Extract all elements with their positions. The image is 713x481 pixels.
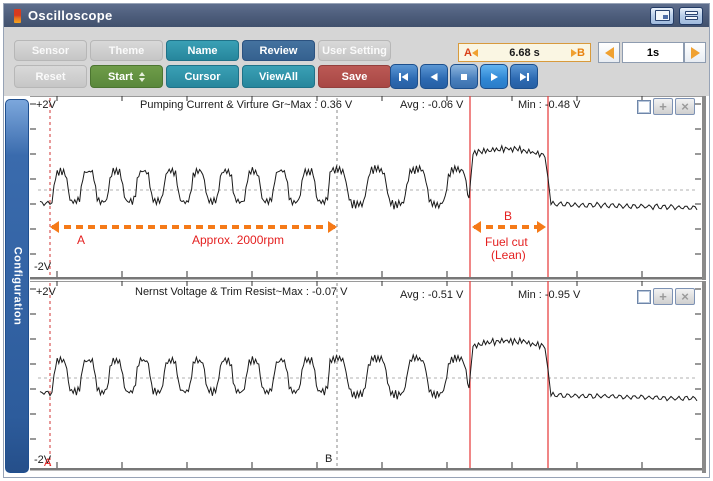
panel2-channel-checkbox[interactable]	[637, 290, 651, 304]
stop-button[interactable]	[450, 64, 478, 89]
cursor-a-label: A	[464, 46, 472, 59]
annotation-a: A	[77, 233, 86, 247]
panel2-min: Min : -0.95 V	[518, 289, 581, 301]
right-arrow-icon	[690, 46, 700, 59]
fuel-cut-span-arrow	[472, 221, 546, 233]
oscilloscope-window: Oscilloscope Sensor Theme Name Review Us…	[3, 3, 710, 478]
viewall-button[interactable]: ViewAll	[242, 65, 315, 88]
scope-plot-pumping-current[interactable]	[30, 96, 706, 280]
play-button[interactable]	[480, 64, 508, 89]
rpm-span-arrow	[50, 221, 337, 233]
window-title: Oscilloscope	[28, 8, 113, 23]
step-back-icon	[430, 72, 438, 81]
save-button[interactable]: Save	[318, 65, 391, 88]
skip-start-icon	[399, 72, 408, 81]
left-arrow-icon	[604, 46, 614, 59]
panel1-title: Pumping Current & Virture Gr~Max : 0.36 …	[140, 99, 353, 111]
annotation-fuel-cut: Fuel cut	[485, 235, 528, 249]
skip-start-button[interactable]	[390, 64, 418, 89]
panel1-min: Min : -0.48 V	[518, 99, 581, 111]
sidebar-tab-configuration[interactable]: Configuration	[5, 99, 29, 473]
panel1-max: Max : 0.36 V	[290, 99, 353, 111]
cursor-b-label: B	[577, 46, 585, 59]
panel1-scale-bottom: -2V	[34, 261, 52, 273]
chart-area: Configuration +2V Pumping Current & Virt…	[4, 96, 709, 477]
scope-plot-nernst-voltage[interactable]	[30, 281, 706, 473]
panel2-close-button[interactable]: ×	[675, 288, 695, 305]
transport-controls	[390, 64, 538, 89]
step-back-button[interactable]	[420, 64, 448, 89]
cursor-a-bottom-label: A	[44, 457, 52, 469]
sidebar-tab-label: Configuration	[11, 246, 24, 326]
panel2-max: Max : -0.07 V	[282, 286, 348, 298]
panel1-scale-top: +2V	[36, 99, 56, 111]
toolbar: Sensor Theme Name Review User Setting Re…	[4, 27, 709, 96]
panel1-avg: Avg : -0.06 V	[400, 99, 464, 111]
name-button[interactable]: Name	[166, 40, 239, 61]
review-button[interactable]: Review	[242, 40, 315, 61]
window-stack-button[interactable]	[679, 6, 703, 25]
window-split-icon	[654, 10, 670, 21]
panel1-channel-checkbox[interactable]	[637, 100, 651, 114]
panel2-scale-top: +2V	[36, 286, 56, 298]
theme-button[interactable]: Theme	[90, 40, 163, 61]
timebase-field[interactable]	[622, 42, 684, 63]
window-split-button[interactable]	[650, 6, 674, 25]
sensor-button[interactable]: Sensor	[14, 40, 87, 61]
stop-icon	[461, 73, 467, 80]
spinner-icon	[139, 71, 146, 82]
start-label: Start	[107, 70, 134, 83]
panel2-zoom-in-button[interactable]: +	[653, 288, 673, 305]
app-icon	[14, 8, 21, 23]
window-stack-icon	[684, 11, 698, 20]
timebase-increase-button[interactable]	[684, 42, 706, 63]
ab-time-range[interactable]: A 6.68 s B	[458, 43, 591, 62]
skip-end-button[interactable]	[510, 64, 538, 89]
start-button[interactable]: Start	[90, 65, 163, 88]
cursor-b-bottom-label: B	[325, 453, 333, 465]
panel1-close-button[interactable]: ×	[675, 98, 695, 115]
user-setting-button[interactable]: User Setting	[318, 40, 391, 61]
ab-time-value: 6.68 s	[509, 46, 540, 59]
reset-button[interactable]: Reset	[14, 65, 87, 88]
titlebar: Oscilloscope	[4, 4, 709, 27]
panel2-title: Nernst Voltage & Trim Resist~Max : -0.07…	[135, 286, 348, 298]
panel1-zoom-in-button[interactable]: +	[653, 98, 673, 115]
annotation-rpm: Approx. 2000rpm	[192, 233, 285, 247]
annotation-b: B	[504, 209, 513, 223]
skip-end-icon	[520, 72, 529, 81]
titlebar-buttons	[650, 6, 703, 25]
play-icon	[491, 72, 498, 81]
annotation-lean: (Lean)	[491, 248, 526, 262]
panel2-avg: Avg : -0.51 V	[400, 289, 464, 301]
cursor-button[interactable]: Cursor	[166, 65, 239, 88]
timebase-decrease-button[interactable]	[598, 42, 620, 63]
